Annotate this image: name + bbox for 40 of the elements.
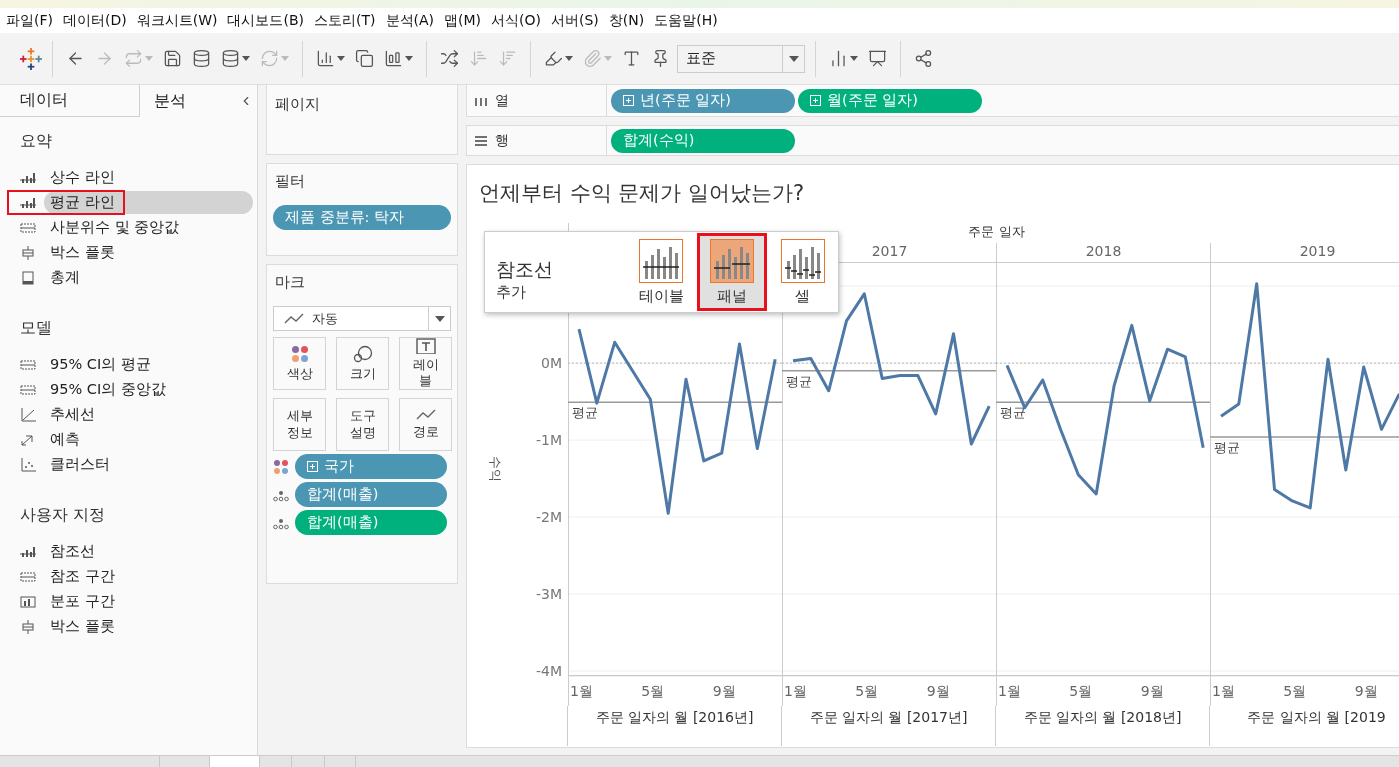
section-title: 사용자 지정	[19, 505, 107, 526]
x-axis-title: 주문 일자의 월 [2018년]	[996, 705, 1210, 746]
y-axis-tick: -4M	[535, 663, 562, 680]
reference-line-label: 평균	[786, 373, 812, 389]
x-axis-title: 주문 일자의 월 [2016년]	[568, 705, 782, 746]
card-title: 필터	[275, 172, 306, 191]
x-axis-tick: 1월	[570, 682, 593, 699]
x-axis-tick: 1월	[998, 682, 1021, 699]
card-title: 페이지	[275, 95, 321, 114]
x-axis-title: 주문 일자의 월 [2017년]	[782, 705, 996, 746]
shelf-label: 열	[467, 85, 607, 116]
panel-header: 2019	[1299, 243, 1336, 259]
x-axis-tick: 9월	[1354, 682, 1378, 699]
card-title: 마크	[275, 273, 306, 292]
panel-header: 2017	[871, 243, 908, 259]
popup-title: 참조선	[496, 256, 554, 282]
reference-line-label: 평균	[1000, 405, 1026, 421]
x-axis-tick: 9월	[926, 682, 950, 699]
x-axis-title: 주문 일자의 월 [2019	[1210, 705, 1399, 746]
section-title: 요약	[19, 131, 53, 152]
x-axis-tick: 1월	[784, 682, 807, 699]
reference-line-label: 평균	[1214, 440, 1240, 455]
x-axis-tick: 9월	[712, 682, 736, 699]
y-axis-title: 수익	[488, 456, 503, 483]
y-axis-tick: -2M	[535, 509, 562, 526]
panel-header: 2018	[1085, 243, 1122, 259]
shelf-label: 행	[467, 126, 607, 155]
x-axis-tick: 1월	[1212, 682, 1235, 699]
y-axis-tick: -3M	[535, 586, 562, 603]
y-axis-tick: 0M	[541, 355, 562, 372]
x-axis-tick: 5월	[855, 682, 879, 699]
reference-line-label: 평균	[572, 405, 598, 421]
x-axis-tick: 9월	[1140, 682, 1164, 699]
x-axis-tick: 5월	[1283, 682, 1307, 699]
y-axis-tick: -1M	[535, 432, 562, 449]
x-axis-tick: 5월	[1069, 682, 1093, 699]
x-axis-tick: 5월	[641, 682, 665, 699]
popup-subtitle: 추가	[496, 282, 527, 302]
section-title: 모델	[19, 318, 53, 339]
view-title: 언제부터 수익 문제가 일어났는가?	[478, 180, 806, 207]
